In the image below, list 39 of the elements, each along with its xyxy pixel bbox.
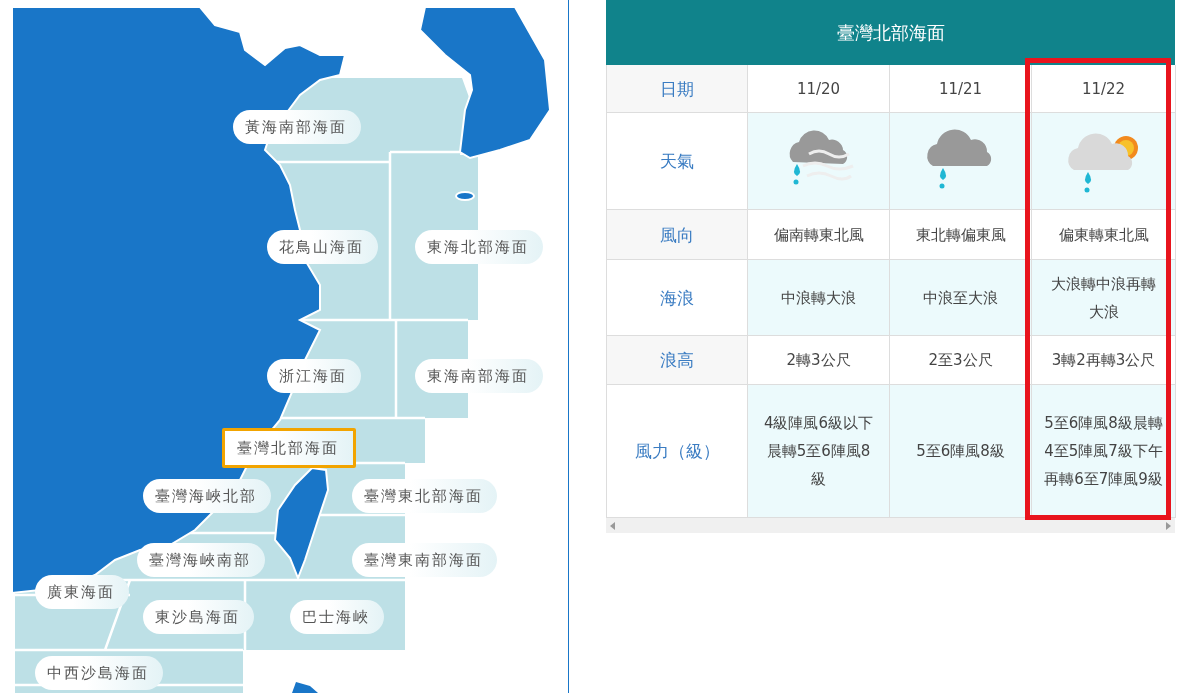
sea-area-label[interactable]: 臺灣北部海面 xyxy=(222,428,356,468)
date-cell: 11/22 xyxy=(1032,65,1176,113)
sea-area-label[interactable]: 黃海南部海面 xyxy=(233,110,361,144)
sea-area-label[interactable]: 廣東海面 xyxy=(35,575,129,609)
row-header: 天氣 xyxy=(607,113,748,210)
scroll-right-icon[interactable] xyxy=(1166,521,1171,530)
sea-area-label[interactable]: 臺灣海峽北部 xyxy=(143,479,271,513)
sea-area-label[interactable]: 臺灣東南部海面 xyxy=(352,543,497,577)
wind-force-cell: 5至6陣風8級 xyxy=(890,385,1032,518)
wave-height-cell: 3轉2再轉3公尺 xyxy=(1032,336,1176,385)
wave-height-cell: 2轉3公尺 xyxy=(748,336,890,385)
waves-cell: 中浪至大浪 xyxy=(890,260,1032,336)
sea-area-label[interactable]: 臺灣東北部海面 xyxy=(352,479,497,513)
waves-cell: 中浪轉大浪 xyxy=(748,260,890,336)
scroll-left-icon[interactable] xyxy=(610,521,615,530)
wind-direction-cell: 偏南轉東北風 xyxy=(748,210,890,260)
row-header: 風力（級） xyxy=(607,385,748,518)
date-cell: 11/21 xyxy=(890,65,1032,113)
area-title: 臺灣北部海面 xyxy=(606,0,1175,65)
horizontal-scrollbar[interactable] xyxy=(606,518,1175,533)
date-cell: 11/20 xyxy=(748,65,890,113)
sea-area-label[interactable]: 東海北部海面 xyxy=(415,230,543,264)
wind-force-cell: 5至6陣風8級晨轉4至5陣風7級下午再轉6至7陣風9級 xyxy=(1032,385,1176,518)
waves-cell: 大浪轉中浪再轉大浪 xyxy=(1032,260,1176,336)
wind-force-cell: 4級陣風6級以下晨轉5至6陣風8級 xyxy=(748,385,890,518)
row-header: 海浪 xyxy=(607,260,748,336)
sea-area-label[interactable]: 花鳥山海面 xyxy=(267,230,378,264)
sea-area-label[interactable]: 中西沙島海面 xyxy=(35,656,163,690)
sea-area-label[interactable]: 浙江海面 xyxy=(267,359,361,393)
sea-area-label[interactable]: 巴士海峽 xyxy=(290,600,384,634)
row-header: 風向 xyxy=(607,210,748,260)
sea-area-label[interactable]: 東沙島海面 xyxy=(143,600,254,634)
wind-direction-cell: 偏東轉東北風 xyxy=(1032,210,1176,260)
sea-area-label[interactable]: 東海南部海面 xyxy=(415,359,543,393)
sea-area-label[interactable]: 臺灣海峽南部 xyxy=(137,543,265,577)
row-header: 浪高 xyxy=(607,336,748,385)
row-header: 日期 xyxy=(607,65,748,113)
wind-direction-cell: 東北轉偏東風 xyxy=(890,210,1032,260)
wave-height-cell: 2至3公尺 xyxy=(890,336,1032,385)
